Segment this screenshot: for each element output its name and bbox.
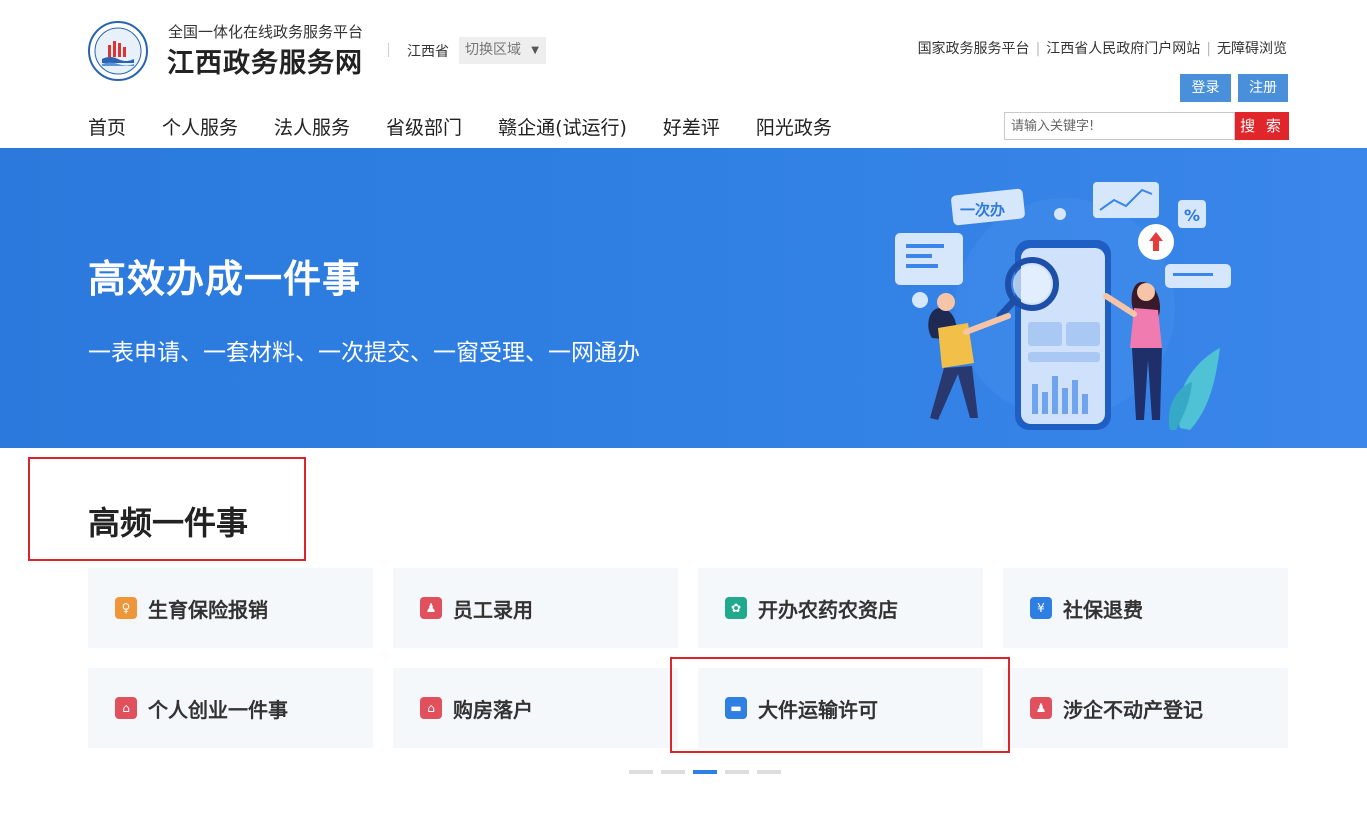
carousel-dot[interactable] (725, 770, 749, 774)
nav-item-home[interactable]: 首页 (88, 113, 126, 140)
nav-item-provincial-departments[interactable]: 省级部门 (386, 113, 462, 140)
property-icon: ♟ (1030, 697, 1052, 719)
link-separator: | (1035, 41, 1041, 57)
nav-item-evaluation[interactable]: 好差评 (663, 113, 720, 140)
service-card-entrepreneurship[interactable]: ⌂ 个人创业一件事 (88, 668, 373, 748)
service-card-label: 员工录用 (453, 598, 533, 622)
carousel-dot[interactable] (629, 770, 653, 774)
search-button[interactable]: 搜 索 (1235, 112, 1289, 140)
hero-banner[interactable]: 高效办成一件事 一表申请、一套材料、一次提交、一窗受理、一网通办 一次办 % (0, 148, 1367, 448)
svg-text:%: % (1184, 206, 1200, 225)
service-card-social-security-refund[interactable]: ¥ 社保退费 (1003, 568, 1288, 648)
carousel-dot[interactable] (661, 770, 685, 774)
service-card-label: 购房落户 (453, 698, 533, 722)
service-card-house-settlement[interactable]: ⌂ 购房落户 (393, 668, 678, 748)
page: 全国一体化在线政务服务平台 江西政务服务网 江西省 切换区域 ▼ 国家政务服务平… (0, 0, 1367, 819)
region-switch-label: 切换区域 (465, 42, 521, 58)
caret-down-icon: ▼ (531, 45, 539, 56)
main-nav: 首页 个人服务 法人服务 省级部门 赣企通(试运行) 好差评 阳光政务 (88, 113, 868, 141)
house-icon: ⌂ (420, 697, 442, 719)
service-card-label: 个人创业一件事 (148, 698, 288, 722)
banner-title: 高效办成一件事 (88, 257, 362, 301)
search-input[interactable] (1004, 112, 1235, 140)
banner-art-tag: 一次办 (960, 201, 1005, 219)
platform-subtitle: 全国一体化在线政务服务平台 (168, 23, 364, 41)
agriculture-icon: ✿ (725, 597, 747, 619)
highlight-box-oversize-transport (670, 657, 1010, 753)
service-card-label: 涉企不动产登记 (1063, 698, 1203, 722)
nav-item-ganqitong[interactable]: 赣企通(试运行) (498, 113, 627, 140)
link-accessibility[interactable]: 无障碍浏览 (1217, 41, 1287, 57)
top-links: 国家政务服务平台 | 江西省人民政府门户网站 | 无障碍浏览 (918, 38, 1287, 58)
login-button[interactable]: 登录 (1180, 74, 1231, 102)
nav-item-legal-entity-services[interactable]: 法人服务 (274, 113, 350, 140)
banner-subtitle: 一表申请、一套材料、一次提交、一窗受理、一网通办 (88, 340, 640, 366)
site-title[interactable]: 江西政务服务网 (167, 41, 363, 80)
service-card-label: 社保退费 (1063, 598, 1143, 622)
current-province: 江西省 (407, 44, 449, 60)
service-card-agri-store[interactable]: ✿ 开办农药农资店 (698, 568, 983, 648)
maternity-icon: ♀ (115, 597, 137, 619)
business-home-icon: ⌂ (115, 697, 137, 719)
service-card-property-registration[interactable]: ♟ 涉企不动产登记 (1003, 668, 1288, 748)
carousel-dot-active[interactable] (693, 770, 717, 774)
staff-icon: ♟ (420, 597, 442, 619)
banner-illustration: 一次办 % (895, 182, 1231, 430)
link-national-platform[interactable]: 国家政务服务平台 (918, 41, 1030, 57)
service-card-staff-hiring[interactable]: ♟ 员工录用 (393, 568, 678, 648)
header-divider (388, 43, 389, 57)
site-logo-icon[interactable] (88, 21, 148, 81)
site-header: 全国一体化在线政务服务平台 江西政务服务网 江西省 切换区域 ▼ 国家政务服务平… (0, 0, 1367, 148)
service-card-maternity-insurance[interactable]: ♀ 生育保险报销 (88, 568, 373, 648)
refund-icon: ¥ (1030, 597, 1052, 619)
link-jiangxi-gov-portal[interactable]: 江西省人民政府门户网站 (1046, 41, 1200, 57)
region-switch-dropdown[interactable]: 切换区域 ▼ (459, 37, 546, 64)
nav-item-personal-services[interactable]: 个人服务 (162, 113, 238, 140)
register-button[interactable]: 注册 (1238, 74, 1288, 102)
highlight-box-section-title (28, 457, 306, 561)
carousel-dot[interactable] (757, 770, 781, 774)
service-card-label: 生育保险报销 (148, 598, 268, 622)
nav-item-sunshine-affairs[interactable]: 阳光政务 (756, 113, 832, 140)
search-bar: 搜 索 (1004, 112, 1289, 140)
link-separator: | (1206, 41, 1211, 57)
service-card-label: 开办农药农资店 (758, 598, 898, 622)
